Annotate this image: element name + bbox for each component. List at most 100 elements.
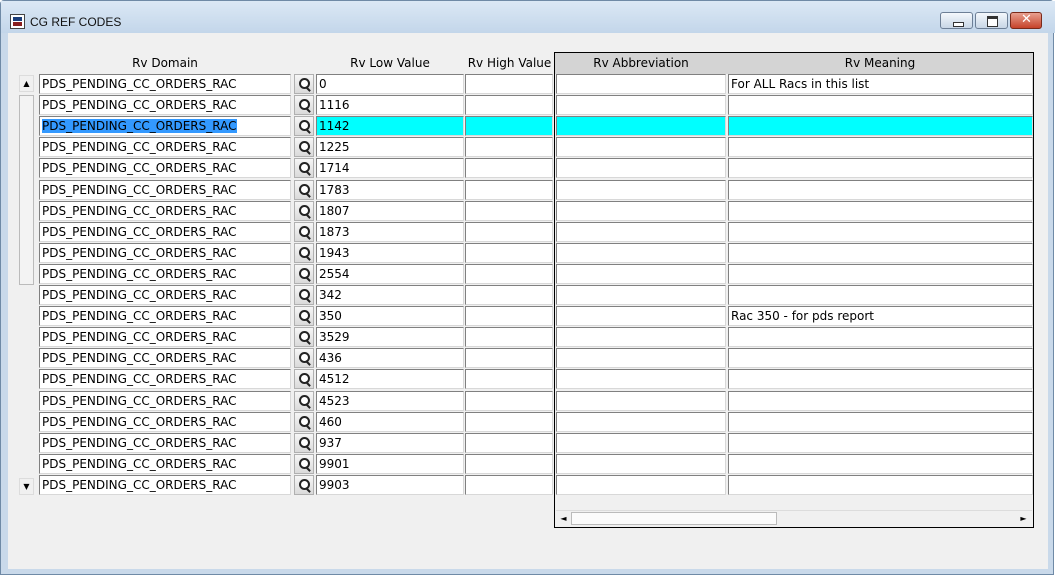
- scroll-right-arrow-icon[interactable]: ►: [1016, 511, 1031, 526]
- lov-search-icon[interactable]: [294, 475, 314, 495]
- rv-meaning-field[interactable]: [728, 475, 1033, 495]
- rv-low-value-field[interactable]: 2554: [316, 264, 464, 284]
- record-scroll-thumb[interactable]: [19, 95, 34, 285]
- rv-high-value-field[interactable]: [465, 369, 553, 389]
- rv-domain-field[interactable]: PDS_PENDING_CC_ORDERS_RAC: [39, 222, 291, 242]
- rv-meaning-field[interactable]: [728, 137, 1033, 157]
- rv-low-value-field[interactable]: 9901: [316, 454, 464, 474]
- lov-search-icon[interactable]: [294, 433, 314, 453]
- rv-meaning-field[interactable]: [728, 369, 1033, 389]
- scroll-left-arrow-icon[interactable]: ◄: [556, 511, 571, 526]
- rv-meaning-field[interactable]: [728, 454, 1033, 474]
- rv-abbreviation-field[interactable]: [556, 180, 726, 200]
- lov-search-icon[interactable]: [294, 116, 314, 136]
- lov-search-icon[interactable]: [294, 306, 314, 326]
- rv-low-value-field[interactable]: 0: [316, 74, 464, 94]
- rv-domain-field[interactable]: PDS_PENDING_CC_ORDERS_RAC: [39, 95, 291, 115]
- rv-low-value-field[interactable]: 1714: [316, 158, 464, 178]
- rv-abbreviation-field[interactable]: [556, 475, 726, 495]
- rv-low-value-field[interactable]: 1225: [316, 137, 464, 157]
- lov-search-icon[interactable]: [294, 348, 314, 368]
- rv-abbreviation-field[interactable]: [556, 327, 726, 347]
- rv-domain-field[interactable]: PDS_PENDING_CC_ORDERS_RAC: [39, 137, 291, 157]
- rv-low-value-field[interactable]: 342: [316, 285, 464, 305]
- rv-high-value-field[interactable]: [465, 158, 553, 178]
- rv-domain-field[interactable]: PDS_PENDING_CC_ORDERS_RAC: [39, 454, 291, 474]
- lov-search-icon[interactable]: [294, 95, 314, 115]
- rv-abbreviation-field[interactable]: [556, 412, 726, 432]
- rv-abbreviation-field[interactable]: [556, 391, 726, 411]
- rv-abbreviation-field[interactable]: [556, 158, 726, 178]
- rv-domain-field[interactable]: PDS_PENDING_CC_ORDERS_RAC: [39, 74, 291, 94]
- lov-search-icon[interactable]: [294, 412, 314, 432]
- rv-domain-field[interactable]: PDS_PENDING_CC_ORDERS_RAC: [39, 116, 291, 136]
- rv-domain-field[interactable]: PDS_PENDING_CC_ORDERS_RAC: [39, 158, 291, 178]
- rv-high-value-field[interactable]: [465, 264, 553, 284]
- rv-abbreviation-field[interactable]: [556, 306, 726, 326]
- rv-meaning-field[interactable]: [728, 116, 1033, 136]
- rv-abbreviation-field[interactable]: [556, 201, 726, 221]
- lov-search-icon[interactable]: [294, 454, 314, 474]
- rv-meaning-field[interactable]: [728, 391, 1033, 411]
- lov-search-icon[interactable]: [294, 74, 314, 94]
- rv-meaning-field[interactable]: [728, 348, 1033, 368]
- maximize-button[interactable]: [975, 12, 1008, 29]
- lov-search-icon[interactable]: [294, 201, 314, 221]
- rv-abbreviation-field[interactable]: [556, 264, 726, 284]
- rv-low-value-field[interactable]: 1943: [316, 243, 464, 263]
- rv-meaning-field[interactable]: [728, 285, 1033, 305]
- rv-domain-field[interactable]: PDS_PENDING_CC_ORDERS_RAC: [39, 433, 291, 453]
- rv-abbreviation-field[interactable]: [556, 74, 726, 94]
- rv-domain-field[interactable]: PDS_PENDING_CC_ORDERS_RAC: [39, 475, 291, 495]
- lov-search-icon[interactable]: [294, 222, 314, 242]
- horizontal-scrollbar[interactable]: ◄ ►: [556, 510, 1032, 526]
- rv-low-value-field[interactable]: 937: [316, 433, 464, 453]
- title-bar[interactable]: CG REF CODES ✕: [1, 1, 1055, 33]
- rv-domain-field[interactable]: PDS_PENDING_CC_ORDERS_RAC: [39, 243, 291, 263]
- rv-low-value-field[interactable]: 460: [316, 412, 464, 432]
- rv-low-value-field[interactable]: 4512: [316, 369, 464, 389]
- rv-abbreviation-field[interactable]: [556, 454, 726, 474]
- lov-search-icon[interactable]: [294, 264, 314, 284]
- rv-meaning-field[interactable]: [728, 158, 1033, 178]
- lov-search-icon[interactable]: [294, 369, 314, 389]
- lov-search-icon[interactable]: [294, 180, 314, 200]
- rv-low-value-field[interactable]: 1142: [316, 116, 464, 136]
- rv-abbreviation-field[interactable]: [556, 95, 726, 115]
- rv-meaning-field[interactable]: For ALL Racs in this list: [728, 74, 1033, 94]
- rv-high-value-field[interactable]: [465, 95, 553, 115]
- rv-domain-field[interactable]: PDS_PENDING_CC_ORDERS_RAC: [39, 285, 291, 305]
- scroll-down-arrow-icon[interactable]: ▼: [19, 478, 34, 495]
- lov-search-icon[interactable]: [294, 137, 314, 157]
- rv-low-value-field[interactable]: 1807: [316, 201, 464, 221]
- rv-abbreviation-field[interactable]: [556, 369, 726, 389]
- horizontal-scroll-thumb[interactable]: [571, 512, 777, 525]
- rv-low-value-field[interactable]: 9903: [316, 475, 464, 495]
- rv-low-value-field[interactable]: 1116: [316, 95, 464, 115]
- rv-domain-field[interactable]: PDS_PENDING_CC_ORDERS_RAC: [39, 264, 291, 284]
- rv-low-value-field[interactable]: 4523: [316, 391, 464, 411]
- rv-domain-field[interactable]: PDS_PENDING_CC_ORDERS_RAC: [39, 306, 291, 326]
- lov-search-icon[interactable]: [294, 285, 314, 305]
- rv-high-value-field[interactable]: [465, 285, 553, 305]
- lov-search-icon[interactable]: [294, 391, 314, 411]
- close-button[interactable]: ✕: [1010, 12, 1042, 29]
- rv-domain-field[interactable]: PDS_PENDING_CC_ORDERS_RAC: [39, 412, 291, 432]
- rv-high-value-field[interactable]: [465, 180, 553, 200]
- rv-abbreviation-field[interactable]: [556, 433, 726, 453]
- rv-high-value-field[interactable]: [465, 475, 553, 495]
- lov-search-icon[interactable]: [294, 243, 314, 263]
- rv-meaning-field[interactable]: [728, 433, 1033, 453]
- rv-domain-field[interactable]: PDS_PENDING_CC_ORDERS_RAC: [39, 201, 291, 221]
- rv-abbreviation-field[interactable]: [556, 348, 726, 368]
- rv-abbreviation-field[interactable]: [556, 222, 726, 242]
- rv-meaning-field[interactable]: [728, 243, 1033, 263]
- lov-search-icon[interactable]: [294, 327, 314, 347]
- record-scrollbar[interactable]: ▲ ▼: [19, 75, 34, 495]
- rv-meaning-field[interactable]: [728, 222, 1033, 242]
- rv-low-value-field[interactable]: 3529: [316, 327, 464, 347]
- rv-high-value-field[interactable]: [465, 306, 553, 326]
- rv-high-value-field[interactable]: [465, 391, 553, 411]
- rv-high-value-field[interactable]: [465, 116, 553, 136]
- rv-high-value-field[interactable]: [465, 454, 553, 474]
